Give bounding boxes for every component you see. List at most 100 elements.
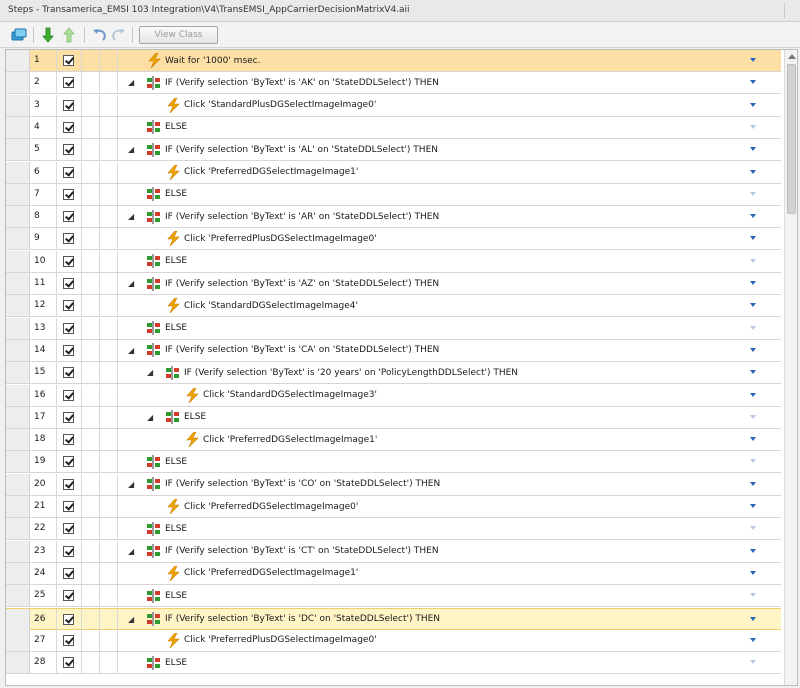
step-row[interactable]: 16 Click 'StandardDGSelectImageImage3' <box>6 384 781 407</box>
step-dropdown-icon[interactable] <box>750 214 756 219</box>
step-content[interactable]: ELSE <box>128 117 187 138</box>
step-enabled-checkbox[interactable] <box>63 300 74 312</box>
step-dropdown-icon[interactable] <box>750 80 756 85</box>
step-dropdown-icon[interactable] <box>750 570 756 575</box>
step-dropdown-icon[interactable] <box>750 392 756 397</box>
step-row[interactable]: 23 ◢ IF (Verify selection 'ByText' is 'C… <box>6 540 781 563</box>
step-enabled-checkbox[interactable] <box>63 456 74 468</box>
step-row[interactable]: 19 ELSE <box>6 451 781 474</box>
step-dropdown-icon[interactable] <box>750 660 756 665</box>
step-dropdown-icon[interactable] <box>750 191 756 196</box>
step-row[interactable]: 6 Click 'PreferredDGSelectImageImage1' <box>6 161 781 184</box>
row-selector[interactable] <box>6 250 30 272</box>
step-enabled-checkbox[interactable] <box>63 501 74 512</box>
step-dropdown-icon[interactable] <box>750 347 756 352</box>
step-enabled-checkbox[interactable] <box>63 55 74 66</box>
view-class-button[interactable]: View Class <box>139 26 218 44</box>
step-enabled-checkbox[interactable] <box>63 99 74 111</box>
row-selector[interactable] <box>6 585 30 607</box>
move-up-icon[interactable] <box>60 26 78 44</box>
step-row[interactable]: 14 ◢ IF (Verify selection 'ByText' is 'C… <box>6 339 781 362</box>
row-selector[interactable] <box>6 518 30 540</box>
step-enabled-checkbox[interactable] <box>63 344 74 356</box>
step-row[interactable]: 28 ELSE <box>6 652 781 675</box>
step-row[interactable]: 21 Click 'PreferredDGSelectImageImage0' <box>6 496 781 518</box>
step-content[interactable]: Click 'StandardDGSelectImageImage4' <box>147 295 358 316</box>
step-enabled-checkbox[interactable] <box>63 590 74 602</box>
step-enabled-checkbox[interactable] <box>63 144 74 156</box>
step-enabled-checkbox[interactable] <box>63 211 74 223</box>
step-row[interactable]: 22 ELSE <box>6 518 781 541</box>
row-selector[interactable] <box>6 473 30 495</box>
step-enabled-checkbox[interactable] <box>63 478 74 490</box>
step-row[interactable]: 17 ◢ ELSE <box>6 406 781 429</box>
step-dropdown-icon[interactable] <box>750 481 756 486</box>
row-selector[interactable] <box>6 629 30 651</box>
step-enabled-checkbox[interactable] <box>63 567 74 579</box>
step-content[interactable]: ELSE <box>128 318 187 339</box>
step-dropdown-icon[interactable] <box>750 616 756 621</box>
step-row[interactable]: 4 ELSE <box>6 116 781 139</box>
step-enabled-checkbox[interactable] <box>63 434 74 446</box>
step-content[interactable]: ELSE <box>128 652 187 673</box>
step-row[interactable]: 10 ELSE <box>6 250 781 273</box>
step-row[interactable]: 8 ◢ IF (Verify selection 'ByText' is 'AR… <box>6 206 781 229</box>
row-selector[interactable] <box>6 429 30 451</box>
step-enabled-checkbox[interactable] <box>63 367 74 379</box>
scroll-up-icon[interactable] <box>788 54 796 59</box>
step-enabled-checkbox[interactable] <box>63 389 74 401</box>
step-enabled-checkbox[interactable] <box>63 188 74 200</box>
step-dropdown-icon[interactable] <box>750 303 756 308</box>
step-row[interactable]: 3 Click 'StandardPlusDGSelectImageImage0… <box>6 94 781 117</box>
step-dropdown-icon[interactable] <box>750 325 756 330</box>
step-enabled-checkbox[interactable] <box>63 634 74 646</box>
step-row[interactable]: 7 ELSE <box>6 183 781 206</box>
row-selector[interactable] <box>6 206 30 228</box>
expand-toggle-icon[interactable]: ◢ <box>128 480 140 489</box>
step-content[interactable]: Click 'PreferredPlusDGSelectImageImage0' <box>147 630 377 651</box>
row-selector[interactable] <box>6 317 30 339</box>
vertical-scrollbar[interactable] <box>784 50 797 685</box>
row-selector[interactable] <box>6 652 30 674</box>
step-content[interactable]: ◢ IF (Verify selection 'ByText' is '20 y… <box>147 362 518 383</box>
step-content[interactable]: Click 'PreferredDGSelectImageImage1' <box>166 429 377 450</box>
expand-toggle-icon[interactable]: ◢ <box>128 547 140 556</box>
step-dropdown-icon[interactable] <box>750 236 756 241</box>
step-dropdown-icon[interactable] <box>750 637 756 642</box>
step-content[interactable]: ◢ IF (Verify selection 'ByText' is 'AL' … <box>128 139 438 160</box>
step-content[interactable]: ◢ IF (Verify selection 'ByText' is 'DC' … <box>128 609 440 630</box>
step-enabled-checkbox[interactable] <box>63 411 74 423</box>
step-dropdown-icon[interactable] <box>750 370 756 375</box>
expand-toggle-icon[interactable]: ◢ <box>128 615 140 624</box>
step-content[interactable]: Click 'StandardPlusDGSelectImageImage0' <box>147 95 376 116</box>
step-dropdown-icon[interactable] <box>750 281 756 285</box>
step-content[interactable]: Click 'PreferredDGSelectImageImage1' <box>147 162 358 183</box>
step-content[interactable]: Click 'StandardDGSelectImageImage3' <box>166 385 377 406</box>
step-enabled-checkbox[interactable] <box>63 613 74 625</box>
step-content[interactable]: ELSE <box>128 184 187 205</box>
step-properties-icon[interactable] <box>10 26 28 44</box>
expand-toggle-icon[interactable]: ◢ <box>128 78 140 87</box>
step-row[interactable]: 27 Click 'PreferredPlusDGSelectImageImag… <box>6 629 781 652</box>
row-selector[interactable] <box>6 339 30 361</box>
step-row[interactable]: 13 ELSE <box>6 317 781 340</box>
step-content[interactable]: Click 'PreferredDGSelectImageImage1' <box>147 563 358 584</box>
row-selector[interactable] <box>6 183 30 205</box>
step-row[interactable]: 26 ◢ IF (Verify selection 'ByText' is 'D… <box>6 607 781 630</box>
step-content[interactable]: Click 'PreferredPlusDGSelectImageImage0' <box>147 228 377 249</box>
step-row[interactable]: 18 Click 'PreferredDGSelectImageImage1' <box>6 429 781 452</box>
row-selector[interactable] <box>6 50 30 71</box>
panel-grip[interactable] <box>784 3 796 18</box>
step-row[interactable]: 9 Click 'PreferredPlusDGSelectImageImage… <box>6 228 781 251</box>
step-dropdown-icon[interactable] <box>750 258 756 263</box>
step-dropdown-icon[interactable] <box>750 124 756 129</box>
row-selector[interactable] <box>6 139 30 161</box>
row-selector[interactable] <box>6 116 30 138</box>
redo-icon[interactable] <box>110 26 128 44</box>
step-content[interactable]: ELSE <box>128 251 187 272</box>
step-content[interactable]: Click 'PreferredDGSelectImageImage0' <box>147 496 358 517</box>
step-enabled-checkbox[interactable] <box>63 166 74 178</box>
step-dropdown-icon[interactable] <box>750 459 756 464</box>
step-dropdown-icon[interactable] <box>750 548 756 553</box>
step-dropdown-icon[interactable] <box>750 526 756 531</box>
